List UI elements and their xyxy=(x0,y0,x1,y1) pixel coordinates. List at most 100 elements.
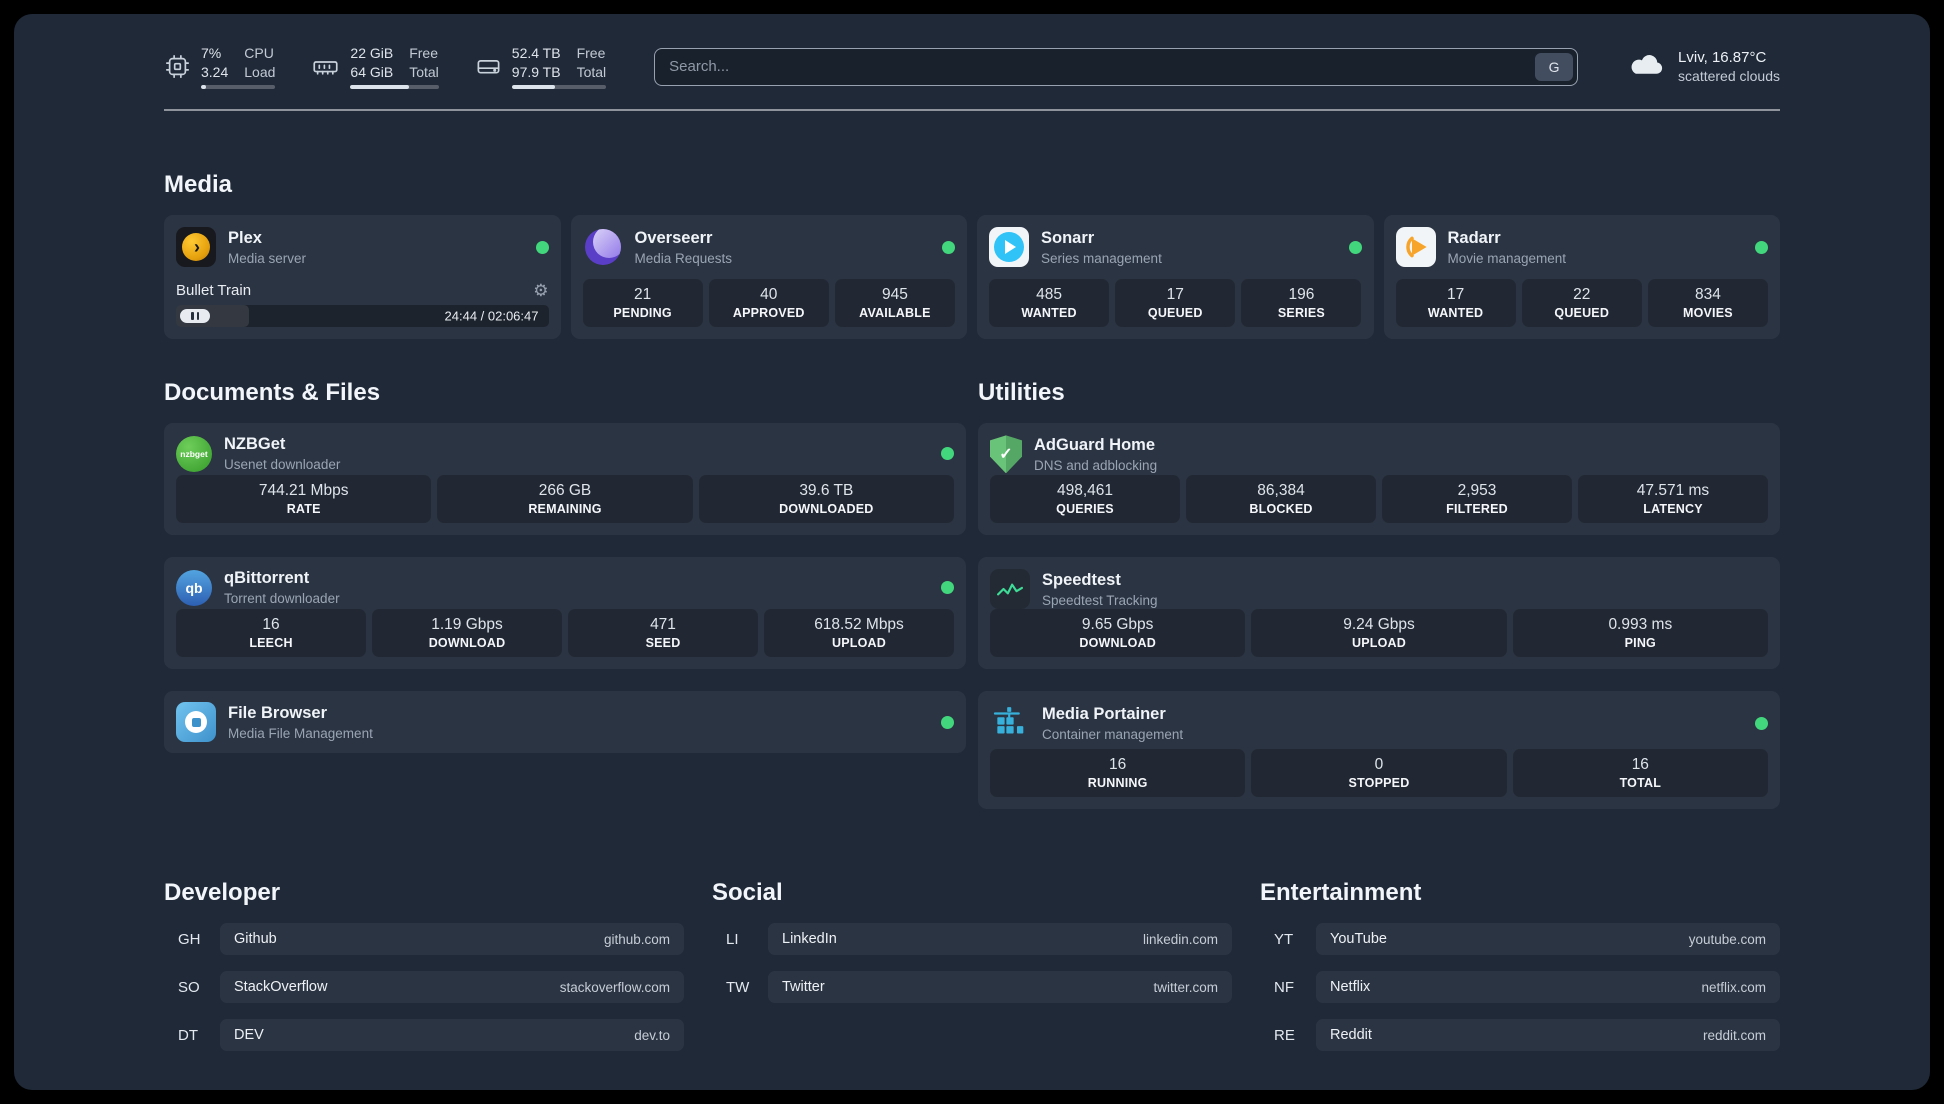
speedtest-icon xyxy=(990,569,1030,610)
stat-value: 0.993 ms xyxy=(1608,616,1673,634)
service-card-speedtest[interactable]: Speedtest Speedtest Tracking 9.65 Gbps D… xyxy=(978,557,1780,670)
status-dot xyxy=(1755,240,1768,254)
service-name: Radarr xyxy=(1447,228,1501,247)
stat-label: PING xyxy=(1624,636,1656,651)
disk-total-value: 97.9 TB xyxy=(511,64,561,81)
bookmark-stackoverflow[interactable]: SO StackOverflow stackoverflow.com xyxy=(164,971,684,1004)
bookmark-url: twitter.com xyxy=(1153,979,1218,995)
bookmark-reddit[interactable]: RE Reddit reddit.com xyxy=(1260,1019,1780,1052)
disk-free-value: 52.4 TB xyxy=(511,45,561,61)
bookmark-twitter[interactable]: TW Twitter twitter.com xyxy=(712,971,1232,1004)
search-provider-button[interactable]: G xyxy=(1535,52,1574,81)
stat-tile: 16 RUNNING xyxy=(990,749,1246,798)
search-input[interactable] xyxy=(654,47,1579,86)
bookmark-name: Twitter xyxy=(782,979,825,996)
stat-label: UPLOAD xyxy=(1352,636,1406,651)
bookmark-netflix[interactable]: NF Netflix netflix.com xyxy=(1260,971,1780,1004)
service-subtitle: Media Requests xyxy=(634,250,733,266)
stat-value: 2,953 xyxy=(1457,482,1497,500)
bookmark-name: Netflix xyxy=(1330,979,1371,996)
stat-tile: 47.571 ms LATENCY xyxy=(1578,475,1768,524)
bookmark-group-social: Social LI LinkedIn linkedin.com TW Twitt… xyxy=(712,879,1232,1051)
stat-label: DOWNLOAD xyxy=(428,636,506,651)
bookmark-github[interactable]: GH Github github.com xyxy=(164,923,684,956)
stat-value: 834 xyxy=(1694,286,1721,304)
status-dot xyxy=(535,240,549,254)
bookmark-name: Github xyxy=(234,931,277,948)
bookmark-name: Reddit xyxy=(1330,1027,1372,1044)
service-card-adguard[interactable]: ✓ AdGuard Home DNS and adblocking 498,46… xyxy=(978,423,1780,536)
stat-tile: 9.65 Gbps DOWNLOAD xyxy=(990,609,1246,658)
stat-value: 0 xyxy=(1374,756,1384,774)
bookmark-abbr: GH xyxy=(178,930,201,948)
service-card-filebrowser[interactable]: File Browser Media File Management xyxy=(164,691,966,754)
memory-total-label: Total xyxy=(409,64,439,81)
service-card-nzbget[interactable]: nzbget NZBGet Usenet downloader 744.21 M… xyxy=(164,423,966,536)
bookmark-name: StackOverflow xyxy=(234,979,328,996)
service-subtitle: Container management xyxy=(1042,726,1184,742)
stat-value: 196 xyxy=(1288,286,1315,304)
section-title-entertainment: Entertainment xyxy=(1260,879,1422,907)
stat-tile: 1.19 Gbps DOWNLOAD xyxy=(372,609,562,658)
bookmark-linkedin[interactable]: LI LinkedIn linkedin.com xyxy=(712,923,1232,956)
stat-tile: 618.52 Mbps UPLOAD xyxy=(764,609,954,658)
stat-tile: 0 STOPPED xyxy=(1251,749,1507,798)
stat-value: 47.571 ms xyxy=(1636,482,1710,500)
section-media: Media › Plex Media server Bullet Train ⚙… xyxy=(164,171,1780,340)
dashboard: 7% CPU 3.24 Load 22 GiB Free 64 GiB Tota… xyxy=(14,14,1930,1090)
pause-button[interactable] xyxy=(180,309,210,324)
plex-icon: › xyxy=(176,227,216,268)
service-name: AdGuard Home xyxy=(1034,435,1156,454)
stat-label: MOVIES xyxy=(1682,306,1733,321)
stat-value: 17 xyxy=(1166,286,1184,304)
stat-value: 1.19 Gbps xyxy=(431,616,503,634)
stat-tile: 17 QUEUED xyxy=(1115,279,1236,328)
bookmark-dev[interactable]: DT DEV dev.to xyxy=(164,1019,684,1052)
service-card-portainer[interactable]: Media Portainer Container management 16 … xyxy=(978,691,1780,810)
memory-bar xyxy=(350,85,439,90)
service-card-plex[interactable]: › Plex Media server Bullet Train ⚙ 24:44… xyxy=(164,215,561,340)
service-card-radarr[interactable]: Radarr Movie management 17 WANTED 22 QUE… xyxy=(1383,215,1780,340)
stat-label: RATE xyxy=(286,502,321,517)
stat-label: STOPPED xyxy=(1348,776,1410,791)
bookmark-youtube[interactable]: YT YouTube youtube.com xyxy=(1260,923,1780,956)
stat-tile: 471 SEED xyxy=(568,609,758,658)
bookmark-url: dev.to xyxy=(634,1027,670,1043)
plex-now-playing-widget: Bullet Train ⚙ 24:44 / 02:06:47 xyxy=(176,282,549,328)
playback-progress-bar[interactable]: 24:44 / 02:06:47 xyxy=(176,305,549,328)
service-card-overseerr[interactable]: Overseerr Media Requests 21 PENDING 40 A… xyxy=(570,215,967,340)
filebrowser-icon xyxy=(176,702,216,743)
bookmark-group-entertainment: Entertainment YT YouTube youtube.com NF … xyxy=(1260,879,1780,1052)
gear-icon[interactable]: ⚙ xyxy=(533,282,548,299)
adguard-icon: ✓ xyxy=(990,435,1022,474)
stat-label: QUEUED xyxy=(1554,306,1610,321)
service-card-sonarr[interactable]: Sonarr Series management 485 WANTED 17 Q… xyxy=(977,215,1374,340)
service-name: NZBGet xyxy=(224,435,286,454)
service-name: Speedtest xyxy=(1042,570,1121,589)
stat-value: 266 GB xyxy=(538,482,592,500)
cpu-load-value: 3.24 xyxy=(201,64,229,81)
bookmark-name: DEV xyxy=(234,1027,264,1044)
disk-bar xyxy=(511,85,607,90)
service-card-qbittorrent[interactable]: qb qBittorrent Torrent downloader 16 LEE… xyxy=(164,557,966,670)
stat-label: BLOCKED xyxy=(1249,502,1313,517)
stat-value: 16 xyxy=(1631,756,1649,774)
bookmark-abbr: RE xyxy=(1274,1026,1295,1044)
cpu-usage-label: CPU xyxy=(244,45,274,61)
search-bar: G xyxy=(654,47,1579,86)
bookmark-url: netflix.com xyxy=(1701,979,1766,995)
stat-tile: 0.993 ms PING xyxy=(1512,609,1768,658)
cpu-usage-value: 7% xyxy=(201,45,222,61)
stat-tile: 86,384 BLOCKED xyxy=(1186,475,1376,524)
stat-tile: 40 APPROVED xyxy=(708,279,829,328)
stat-value: 744.21 Mbps xyxy=(258,482,349,500)
service-subtitle: Torrent downloader xyxy=(224,591,340,607)
stat-value: 16 xyxy=(1109,756,1127,774)
bookmark-url: linkedin.com xyxy=(1142,931,1218,947)
stat-value: 16 xyxy=(262,616,280,634)
stat-value: 471 xyxy=(650,616,676,634)
playback-time: 24:44 / 02:06:47 xyxy=(444,308,539,324)
stat-tile: 16 TOTAL xyxy=(1512,749,1768,798)
weather-widget: Lviv, 16.87°C scattered clouds xyxy=(1626,49,1780,84)
section-title-media: Media xyxy=(164,171,233,199)
